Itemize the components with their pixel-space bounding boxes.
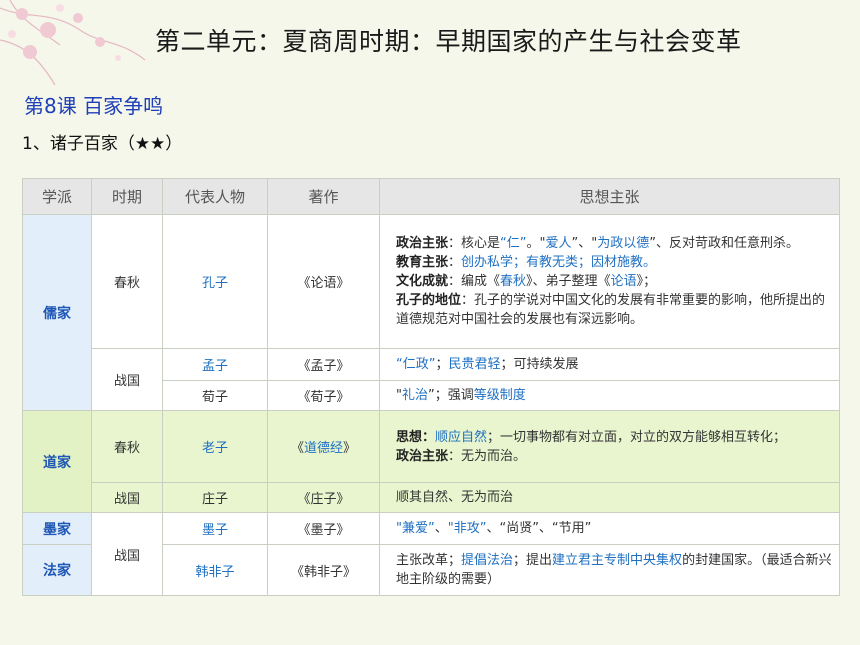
person-kongzi: 孔子 xyxy=(162,214,268,349)
unit-title: 第二单元：夏商周时期：早期国家的产生与社会变革 xyxy=(155,27,742,56)
table-header-row: 学派 时期 代表人物 著作 思想主张 xyxy=(22,178,840,215)
header-school: 学派 xyxy=(22,178,92,215)
person-xunzi: 荀子 xyxy=(162,380,268,411)
table-row: 墨家 战国 墨子 《墨子》 "兼爱”、"非攻”、“尚贤”、“节用” xyxy=(22,512,840,596)
period-cell: 战国 xyxy=(91,348,163,411)
work-lunyu: 《论语》 xyxy=(267,214,380,349)
period-cell: 春秋 xyxy=(91,410,163,483)
work-zhuangzi: 《庄子》 xyxy=(267,482,380,513)
ideas-hanfeizi: 主张改革；提倡法治；提出建立君主专制中央集权的封建国家。（最适合新兴地主阶级的需… xyxy=(379,544,840,596)
header-work: 著作 xyxy=(267,178,380,215)
table-row: 战国 庄子 《庄子》 顺其自然、无为而治 xyxy=(23,482,840,513)
person-hanfeizi: 韩非子 xyxy=(162,544,268,596)
header-ideas: 思想主张 xyxy=(379,178,840,215)
period-cell: 战国 xyxy=(91,482,163,513)
person-mozi: 墨子 xyxy=(162,512,268,545)
floral-decoration xyxy=(0,0,146,86)
work-hanfeizi: 《韩非子》 xyxy=(267,544,380,596)
ideas-zhuangzi: 顺其自然、无为而治 xyxy=(379,482,840,513)
ideas-laozi: 思想：顺应自然；一切事物都有对立面，对立的双方能够相互转化； 政治主张：无为而治… xyxy=(379,410,840,483)
ideas-mengzi: “仁政”；民贵君轻；可持续发展 xyxy=(379,348,840,381)
ideas-xunzi: "礼治”；强调等级制度 xyxy=(379,380,840,411)
school-mohist: 墨家 xyxy=(22,512,92,545)
period-cell: 春秋 xyxy=(91,214,163,349)
school-legalist: 法家 xyxy=(22,544,92,596)
school-confucian: 儒家 xyxy=(22,214,92,411)
lesson-title: 第8课 百家争鸣 xyxy=(24,94,164,118)
person-mengzi: 孟子 xyxy=(162,348,268,381)
table-row: 战国 孟子 《孟子》 “仁政”；民贵君轻；可持续发展 xyxy=(23,348,840,411)
schools-table: 学派 时期 代表人物 著作 思想主张 儒家 春秋 孔子 《论语》 政治主张：核心… xyxy=(22,178,840,596)
person-laozi: 老子 xyxy=(162,410,268,483)
work-daodejing: 《道德经》 xyxy=(267,410,380,483)
ideas-mozi: "兼爱”、"非攻”、“尚贤”、“节用” xyxy=(379,512,840,545)
section-title: 1、诸子百家（★★） xyxy=(22,134,183,154)
ideas-kongzi: 政治主张：核心是“仁”。"爱人”、"为政以德”、反对苛政和任意刑杀。 教育主张：… xyxy=(379,214,840,349)
table-row: 儒家 春秋 孔子 《论语》 政治主张：核心是“仁”。"爱人”、"为政以德”、反对… xyxy=(22,214,840,411)
work-mengzi: 《孟子》 xyxy=(267,348,380,381)
table-row: 道家 春秋 老子 《道德经》 思想：顺应自然；一切事物都有对立面，对立的双方能够… xyxy=(22,410,840,513)
person-zhuangzi: 庄子 xyxy=(162,482,268,513)
header-period: 时期 xyxy=(91,178,163,215)
work-xunzi: 《荀子》 xyxy=(267,380,380,411)
period-cell: 战国 xyxy=(91,512,163,596)
work-mozi: 《墨子》 xyxy=(267,512,380,545)
school-taoist: 道家 xyxy=(22,410,92,513)
header-person: 代表人物 xyxy=(162,178,268,215)
